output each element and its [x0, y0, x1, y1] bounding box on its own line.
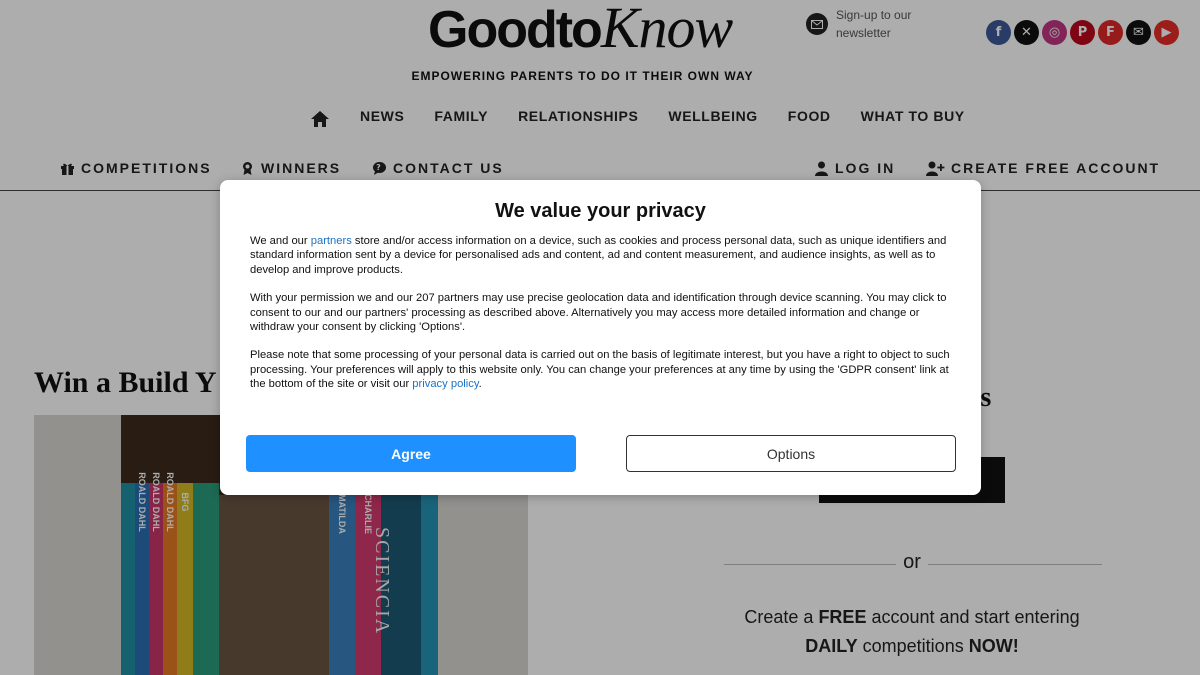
consent-p3-before: Please note that some processing of your…	[250, 349, 950, 391]
consent-paragraph-1: We and our partners store and/or access …	[250, 234, 955, 277]
options-button[interactable]: Options	[626, 435, 956, 472]
consent-p1-before: We and our	[250, 235, 311, 247]
consent-p3-after: .	[478, 378, 482, 391]
agree-button[interactable]: Agree	[246, 435, 576, 472]
consent-body: We and our partners store and/or access …	[250, 234, 955, 406]
consent-paragraph-3: Please note that some processing of your…	[250, 348, 955, 391]
privacy-consent-dialog: We value your privacy We and our partner…	[220, 180, 981, 495]
consent-title: We value your privacy	[495, 200, 706, 222]
consent-p1-after: store and/or access information on a dev…	[250, 235, 947, 276]
privacy-policy-link[interactable]: privacy policy	[412, 378, 478, 390]
partners-link[interactable]: partners	[311, 235, 352, 247]
consent-paragraph-2: With your permission we and our 207 part…	[250, 292, 947, 334]
